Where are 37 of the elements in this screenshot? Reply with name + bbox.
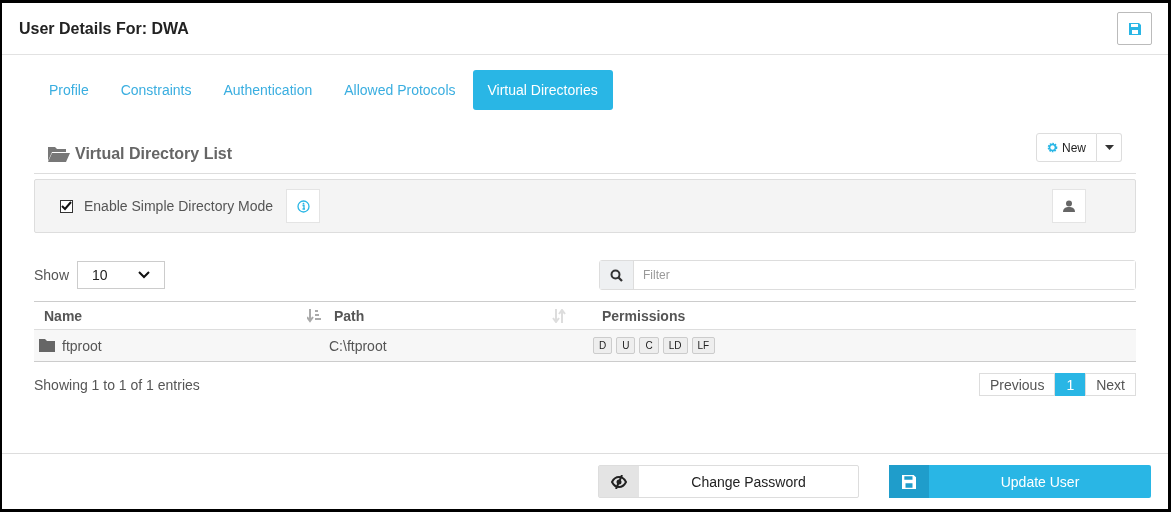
user-icon — [1063, 200, 1075, 212]
gear-icon — [1047, 142, 1058, 153]
sort-icon — [552, 308, 566, 323]
chevron-icon — [138, 271, 151, 279]
eye-slash-icon — [611, 474, 627, 489]
previous-button[interactable]: Previous — [978, 373, 1056, 396]
new-button[interactable]: New — [1036, 133, 1097, 162]
permission-tag: LD — [662, 337, 688, 354]
column-header[interactable]: Permissions — [602, 307, 686, 324]
section-title: Virtual Directory List — [75, 144, 233, 163]
column-header[interactable]: Path — [334, 307, 365, 324]
save-icon — [1128, 22, 1141, 35]
save-icon — [902, 474, 916, 489]
search-icon — [610, 268, 623, 282]
permission-tag: LF — [691, 337, 716, 354]
permission-tag: C — [639, 337, 659, 354]
info-icon — [296, 199, 310, 213]
checkbox-label: Enable Simple Directory Mode — [84, 198, 274, 214]
folder-icon — [39, 339, 55, 352]
folder-icon — [48, 145, 70, 162]
permission-tag: U — [616, 337, 636, 354]
checkbox[interactable] — [60, 199, 73, 213]
filter-field[interactable]: Filter — [599, 260, 1136, 290]
next-button[interactable]: Next — [1085, 373, 1136, 396]
change-password-button[interactable]: Change Password — [598, 465, 859, 498]
table-cell: ftproot — [62, 337, 102, 354]
entries-info: Showing 1 to 1 of 1 entries — [34, 376, 200, 393]
column-header[interactable]: Name — [44, 307, 83, 324]
sort-icon — [307, 308, 321, 323]
show-label: Show — [34, 267, 70, 283]
dropdown-button[interactable] — [1097, 133, 1122, 162]
user-button[interactable] — [1052, 189, 1086, 223]
caret-icon — [1104, 145, 1114, 150]
table-cell: C:\ftproot — [329, 337, 387, 354]
permission-tag: D — [593, 337, 613, 354]
window-title: User Details For: DWA — [19, 19, 189, 38]
page-size-select[interactable]: 10 — [77, 261, 166, 289]
